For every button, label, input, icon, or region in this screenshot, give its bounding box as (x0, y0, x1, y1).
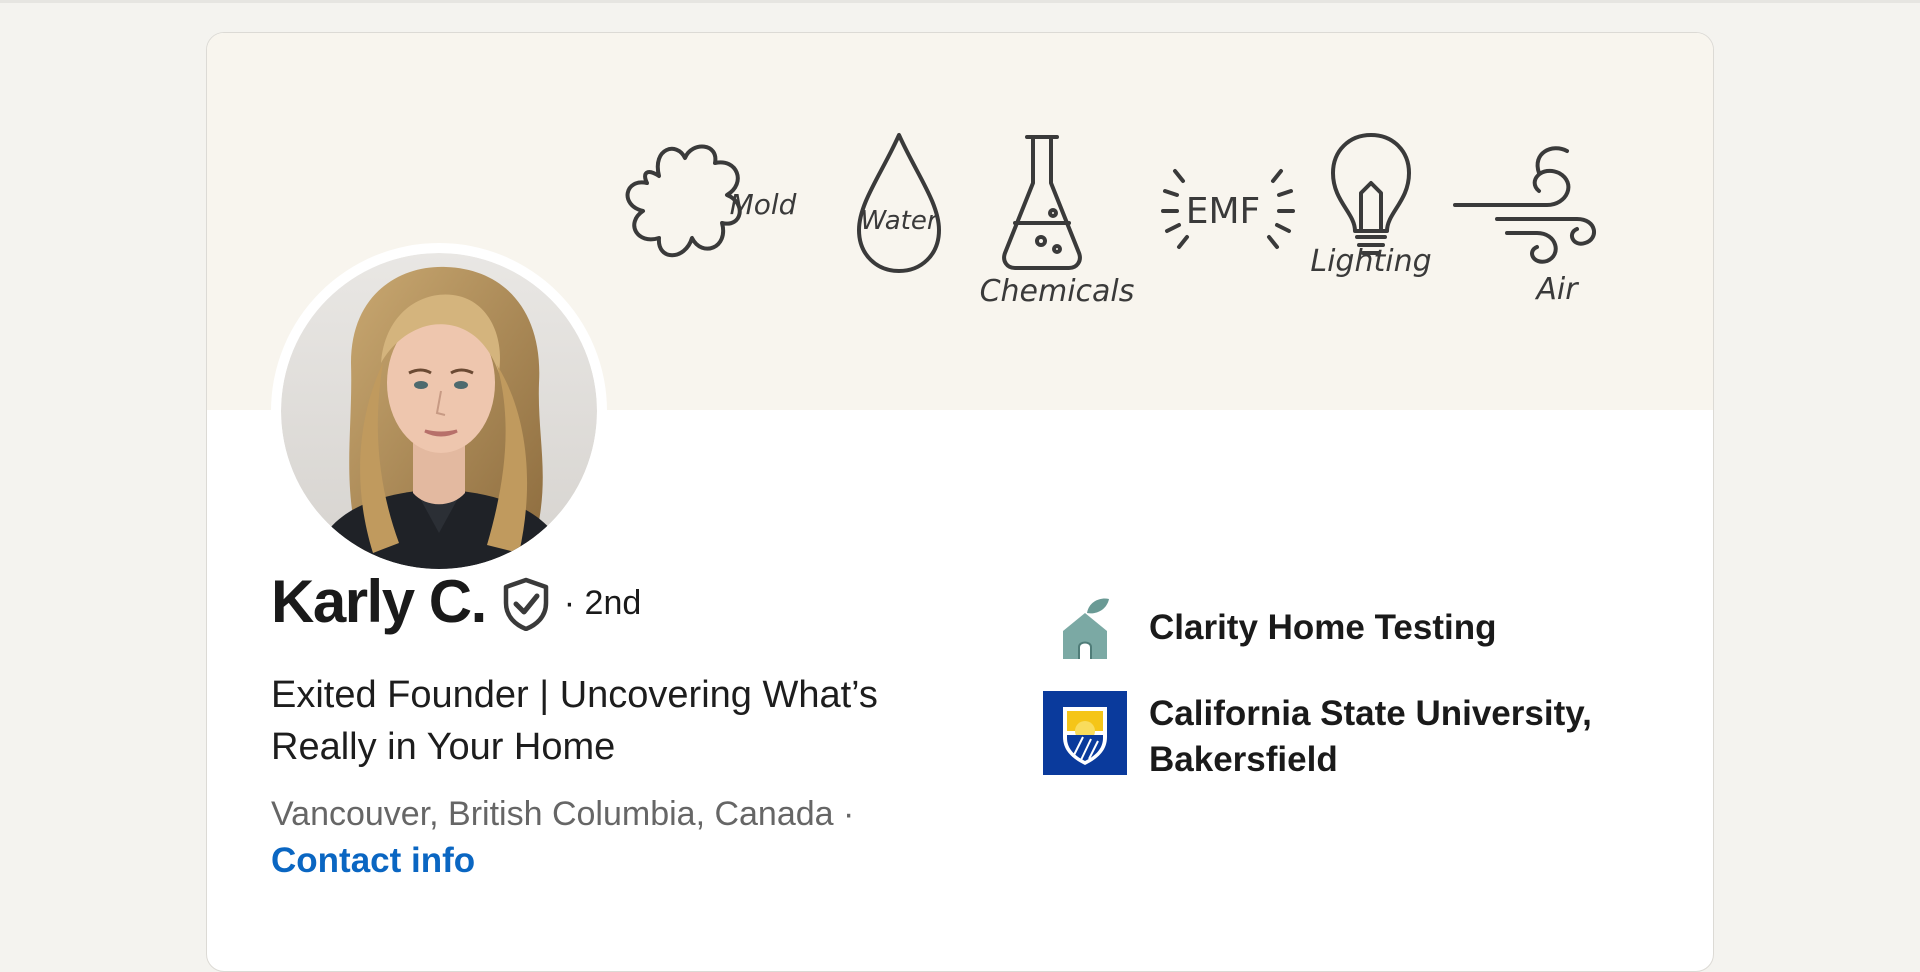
banner-label-air: Air (1534, 272, 1579, 307)
profile-card: Mold Water Chemicals EMF Lighting Air Ka… (206, 32, 1714, 972)
banner-label-lighting: Lighting (1310, 244, 1431, 279)
banner-label-water: Water (860, 206, 939, 236)
name-row: Karly C. · 2nd (271, 567, 641, 636)
air-swirl-icon (1453, 146, 1596, 264)
current-company[interactable]: Clarity Home Testing (1043, 591, 1496, 675)
avatar-photo (281, 253, 597, 569)
education-school[interactable]: California State University, Bakersfield (1043, 691, 1629, 783)
flask-icon (1002, 135, 1082, 270)
profile-location: Vancouver, British Columbia, Canada · (271, 795, 855, 833)
company-name: Clarity Home Testing (1149, 608, 1497, 647)
university-logo-icon (1043, 691, 1127, 775)
water-drop-icon (857, 133, 941, 273)
mold-icon (625, 144, 742, 258)
profile-headline: Exited Founder | Uncovering What’s Reall… (271, 674, 878, 768)
connection-degree: · 2nd (563, 584, 642, 622)
banner-label-chemicals: Chemicals (980, 274, 1135, 309)
company-logo-icon (1043, 591, 1127, 675)
contact-info-link[interactable]: Contact info (271, 841, 475, 881)
banner-label-emf: EMF (1186, 191, 1261, 232)
banner-label-mold: Mold (730, 188, 797, 221)
profile-name: Karly C. (271, 568, 487, 635)
avatar[interactable] (271, 243, 607, 579)
light-bulb-icon (1331, 133, 1411, 255)
top-divider (0, 0, 1920, 3)
school-name: California State University, Bakersfield (1149, 694, 1592, 779)
verified-shield-icon[interactable] (502, 577, 550, 631)
